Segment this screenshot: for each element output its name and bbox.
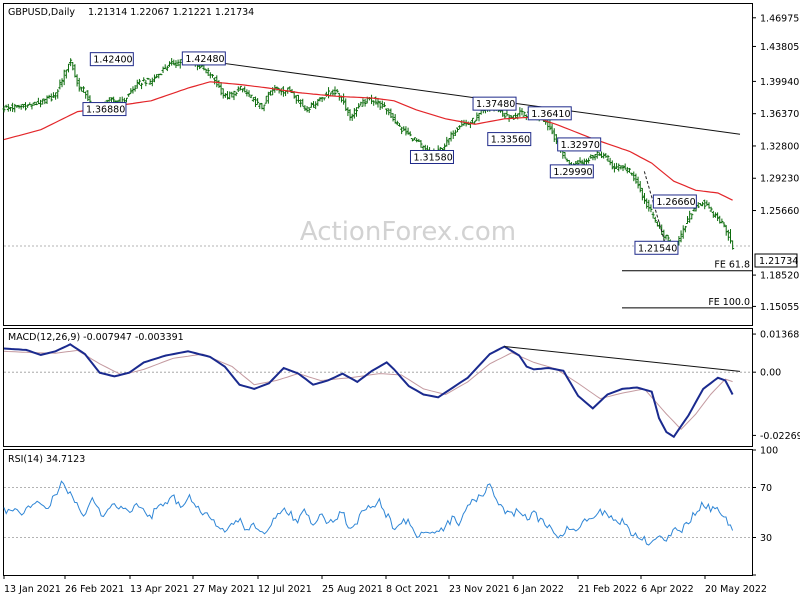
price-annotation-label: 1.36410 xyxy=(531,109,570,120)
price-annotation: 1.42400 xyxy=(89,52,134,67)
date-axis-label: 13 Jan 2021 xyxy=(4,584,61,595)
price-axis-label: 1.18520 xyxy=(760,271,799,282)
fe-level-label: FE 100.0 xyxy=(708,297,750,308)
price-annotation: 1.31580 xyxy=(409,149,454,164)
date-axis-label: 25 Aug 2021 xyxy=(322,584,383,595)
price-axis-label: 1.36370 xyxy=(760,109,799,120)
price-annotation: 1.37480 xyxy=(472,96,517,111)
price-axis-label: 1.43805 xyxy=(760,42,799,53)
ohlc-label: 1.21314 1.22067 1.21221 1.21734 xyxy=(88,7,254,18)
price-annotation-label: 1.33560 xyxy=(491,135,530,146)
date-axis-label: 20 May 2022 xyxy=(705,584,767,595)
price-annotation: 1.26660 xyxy=(652,194,697,209)
date-axis-label: 6 Jan 2022 xyxy=(513,584,564,595)
price-annotation: 1.42480 xyxy=(181,51,226,66)
price-annotation-label: 1.31580 xyxy=(413,152,452,163)
macd-axis-label: -0.022698 xyxy=(760,431,800,442)
date-axis-label: 13 Apr 2021 xyxy=(130,584,189,595)
price-annotation-label: 1.32970 xyxy=(561,140,600,151)
watermark: ActionForex.com xyxy=(300,217,516,247)
price-axis-label: 1.15055 xyxy=(760,302,799,313)
main-panel-frame xyxy=(3,3,753,326)
price-annotation-label: 1.36880 xyxy=(86,105,125,116)
price-annotation-label: 1.29990 xyxy=(553,167,592,178)
rsi-panel-frame xyxy=(3,449,753,576)
price-axis-label: 1.25660 xyxy=(760,206,799,217)
price-axis-label: 1.46975 xyxy=(760,13,799,24)
symbol-label: GBPUSD,Daily xyxy=(8,7,75,18)
macd-axis-label: 0.013686 xyxy=(760,330,800,341)
price-annotation-label: 1.42480 xyxy=(185,54,224,65)
chart-root: ActionForex.com FE 61.8 FE 100.0 1.42400 1… xyxy=(2,3,800,595)
date-axis-label: 12 Jul 2021 xyxy=(258,584,312,595)
rsi-title: RSI(14) 34.7123 xyxy=(8,454,85,465)
rsi-axis-label: 100 xyxy=(760,446,778,457)
rsi-axis-label: 70 xyxy=(760,483,772,494)
macd-axis-label: 0.00 xyxy=(760,368,781,379)
rsi-axis-label: 30 xyxy=(760,533,772,544)
date-axis-label: 21 Feb 2022 xyxy=(578,584,637,595)
price-axis-label: 1.32800 xyxy=(760,141,799,152)
price-annotation: 1.36880 xyxy=(82,102,127,117)
price-annotation: 1.29990 xyxy=(549,164,594,179)
price-annotation: 1.21540 xyxy=(634,240,679,255)
price-annotation: 1.33560 xyxy=(487,132,532,147)
date-axis-label: 26 Feb 2021 xyxy=(65,584,124,595)
price-annotation-label: 1.26660 xyxy=(656,197,695,208)
price-annotation: 1.36410 xyxy=(527,106,572,121)
price-annotation-label: 1.21540 xyxy=(638,243,677,254)
price-annotation: 1.32970 xyxy=(557,137,602,152)
date-axis-label: 8 Oct 2021 xyxy=(386,584,439,595)
macd-title: MACD(12,26,9) -0.007947 -0.003391 xyxy=(8,332,184,343)
price-axis-label: 1.29230 xyxy=(760,174,799,185)
price-annotation-label: 1.37480 xyxy=(476,99,515,110)
date-axis-label: 23 Nov 2021 xyxy=(449,584,510,595)
current-price-label: 1.21734 xyxy=(759,256,798,267)
price-axis-label: 1.39940 xyxy=(760,77,799,88)
fe-level-label: FE 61.8 xyxy=(714,260,750,271)
date-axis-label: 6 Apr 2022 xyxy=(641,584,694,595)
price-annotation-label: 1.42400 xyxy=(93,55,132,66)
date-axis-label: 27 May 2021 xyxy=(193,584,255,595)
